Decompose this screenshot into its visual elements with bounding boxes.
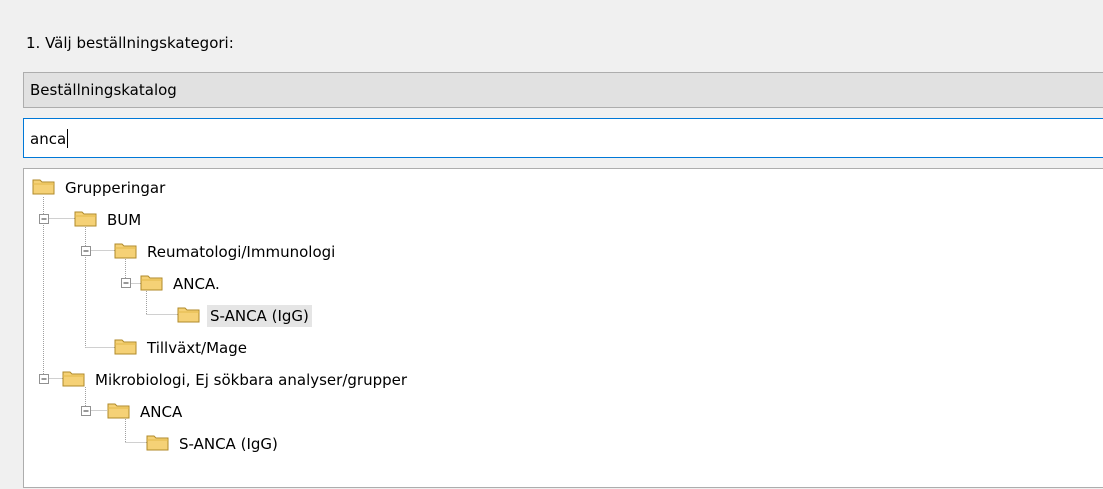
tree-node-label: ANCA xyxy=(140,403,183,421)
tree-node-label: Tillväxt/Mage xyxy=(147,339,247,357)
tree-node-label: BUM xyxy=(107,211,142,229)
folder-icon xyxy=(146,435,169,451)
folder-icon xyxy=(114,243,137,259)
folder-icon xyxy=(177,307,200,323)
category-dropdown[interactable]: Beställningskatalog xyxy=(23,72,1103,108)
folder-icon xyxy=(107,403,130,419)
folder-icon xyxy=(32,179,55,195)
tree-node-label: Grupperingar xyxy=(65,179,166,197)
folder-icon xyxy=(74,211,97,227)
folder-icon xyxy=(140,275,163,291)
category-tree[interactable]: Grupperingar BUM Reumatologi/Immunologi … xyxy=(23,168,1103,488)
tree-node-label: ANCA. xyxy=(173,275,220,293)
folder-icon xyxy=(114,339,137,355)
text-caret xyxy=(67,129,69,148)
tree-node-label: S-ANCA (IgG) xyxy=(207,305,312,327)
tree-node-label: Mikrobiologi, Ej sökbara analyser/gruppe… xyxy=(95,371,408,389)
category-dropdown-value: Beställningskatalog xyxy=(30,81,177,99)
search-input-value: anca xyxy=(30,129,69,148)
step-label: 1. Välj beställningskategori: xyxy=(26,34,234,52)
folder-icon xyxy=(62,371,85,387)
tree-node-label: Reumatologi/Immunologi xyxy=(147,243,336,261)
search-input[interactable]: anca xyxy=(23,118,1103,158)
tree-node-label: S-ANCA (IgG) xyxy=(179,435,278,453)
